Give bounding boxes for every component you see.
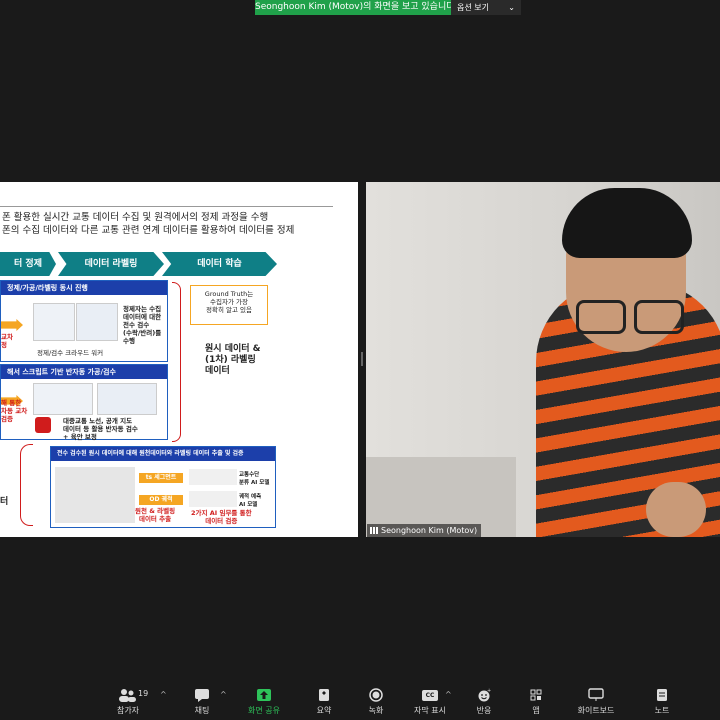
- glasses-left: [576, 300, 626, 334]
- step-data-training: 데이터 학습: [162, 252, 277, 276]
- network-diagram-2: [189, 491, 237, 507]
- captions-label: 자막 표시: [414, 706, 446, 715]
- notes-icon: [632, 688, 692, 702]
- script-left-note: 해 통한 차동 교차 검증: [1, 399, 28, 423]
- slide-line-1: 폰 활용한 실시간 교통 데이터 수집 및 원격에서의 정제 과정을 수행: [2, 212, 269, 223]
- whiteboard-label: 화이트보드: [577, 706, 615, 715]
- extraction-box: 전수 검수된 원시 데이터에 대해 원천데이터와 라벨링 데이터 추출 및 검증…: [50, 446, 276, 528]
- step-data-cleaning: 터 정제: [0, 252, 56, 276]
- chevron-down-icon: ⌄: [508, 3, 515, 12]
- view-options-label: 옵션 보기: [457, 3, 489, 12]
- map-thumbnail-3: [33, 383, 93, 415]
- apps-button[interactable]: 앱: [506, 688, 566, 716]
- reactions-button[interactable]: + 반응: [454, 688, 514, 716]
- record-icon: [346, 688, 406, 702]
- apps-label: 앱: [532, 706, 540, 715]
- extraction-box-title: 전수 검수된 원시 데이터에 대해 원천데이터와 라벨링 데이터 추출 및 검증: [51, 447, 275, 461]
- svg-text:+: +: [487, 688, 491, 694]
- captions-caret-icon[interactable]: ^: [445, 690, 452, 699]
- ai-validation-label: 2가지 AI 임무를 통한 데이터 검증: [191, 509, 252, 525]
- summary-label: 요약: [316, 706, 332, 715]
- record-button[interactable]: 녹화: [346, 688, 406, 716]
- left-cutoff-label: 터: [0, 497, 9, 507]
- ground-truth-text: Ground Truth는 수집자가 가장 정확히 알고 있음: [204, 290, 254, 314]
- glasses-right: [634, 300, 684, 334]
- participant-count: 19: [138, 689, 149, 698]
- share-screen-button[interactable]: 화면 공유: [234, 688, 294, 716]
- map-thumbnail-1: [33, 303, 75, 341]
- step-data-labeling: 데이터 라벨링: [58, 252, 164, 276]
- map-thumbnail-4: [97, 383, 157, 415]
- participants-caret-icon[interactable]: ^: [160, 690, 167, 699]
- script-box: 해서 스크립트 기반 반자동 가공/검수 해 통한 차동 교차 검증 대중교통 …: [0, 364, 168, 441]
- bracket-right: [172, 282, 181, 442]
- ground-truth-box: Ground Truth는 수집자가 가장 정확히 알고 있음: [190, 285, 268, 325]
- slide-line-2: 폰의 수집 데이터와 다른 교통 관련 연계 데이터를 활용하여 데이터를 정제: [2, 225, 295, 236]
- shared-screen[interactable]: 폰 활용한 실시간 교통 데이터 수집 및 원격에서의 정제 과정을 수행 폰의…: [0, 182, 358, 537]
- trajectory-model-label: 궤적 예측 AI 모델: [239, 494, 262, 508]
- extract-label: 원천 & 라벨링 데이터 추출: [135, 507, 176, 523]
- notes-label: 노트: [654, 706, 670, 715]
- map-thumbnail-2: [76, 303, 118, 341]
- network-diagram-1: [189, 469, 237, 485]
- signal-icon: [370, 527, 378, 534]
- cleaning-description: 정제자는 수집 데이터에 대한 전수 검수 (수락/반려)를 수행: [123, 305, 162, 345]
- captions-cc-text: CC: [425, 692, 435, 699]
- participant-name: Seonghoon Kim (Motov): [381, 526, 478, 535]
- slide-rule: [0, 206, 333, 207]
- road-illustration: [55, 467, 135, 523]
- summary-icon: [294, 688, 354, 702]
- notes-button[interactable]: 노트: [632, 688, 692, 716]
- share-screen-label: 화면 공유: [248, 706, 280, 715]
- cleaning-box-title: 정제/가공/라벨링 동시 진행: [1, 281, 167, 295]
- person-hand: [646, 482, 706, 537]
- apps-icon: [506, 688, 566, 702]
- participant-video[interactable]: [366, 182, 720, 537]
- reactions-label: 반응: [476, 706, 492, 715]
- participants-icon: [98, 688, 158, 702]
- cleaning-caption: 정제/검수 크라우드 워커: [37, 349, 104, 357]
- screen-share-banner: Seonghoon Kim (Motov)의 화면을 보고 있습니다: [255, 0, 455, 15]
- participants-label: 참가자: [116, 706, 140, 715]
- cleaning-left-note: 교차 정: [1, 333, 13, 349]
- whiteboard-icon: [566, 688, 626, 702]
- cleaning-box: 정제/가공/라벨링 동시 진행 교차 정 정제/검수 크라우드 워커 정제자는 …: [0, 280, 168, 362]
- reactions-icon: +: [454, 688, 514, 702]
- share-screen-icon: [234, 688, 294, 702]
- summary-button[interactable]: 요약: [294, 688, 354, 716]
- script-box-title: 해서 스크립트 기반 반자동 가공/검수: [1, 365, 167, 379]
- participants-button[interactable]: 참가자: [98, 688, 158, 716]
- participant-name-tag: Seonghoon Kim (Motov): [367, 524, 482, 537]
- raw-data-label: 원시 데이터 & (1차) 라벨링 데이터: [205, 344, 261, 376]
- od-trajectory-label: OD 궤적: [139, 495, 183, 505]
- mode-classifier-label: 교통수단 분류 AI 모델: [239, 472, 270, 486]
- arrow-icon: [1, 319, 23, 331]
- script-description: 대중교통 노선, 공개 지도 데이터 등 활용 반자동 검수 + 육안 보정: [63, 417, 138, 441]
- bracket-left: [20, 444, 33, 526]
- whiteboard-button[interactable]: 화이트보드: [566, 688, 626, 716]
- chat-caret-icon[interactable]: ^: [220, 690, 227, 699]
- chat-label: 채팅: [194, 706, 210, 715]
- view-options-button[interactable]: 옵션 보기 ⌄: [451, 0, 521, 15]
- bus-icon: [35, 417, 51, 433]
- panel-divider[interactable]: [361, 352, 363, 366]
- ts-segment-label: ts 세그먼트: [139, 473, 183, 483]
- record-label: 녹화: [368, 706, 384, 715]
- captions-icon: CC: [422, 690, 438, 701]
